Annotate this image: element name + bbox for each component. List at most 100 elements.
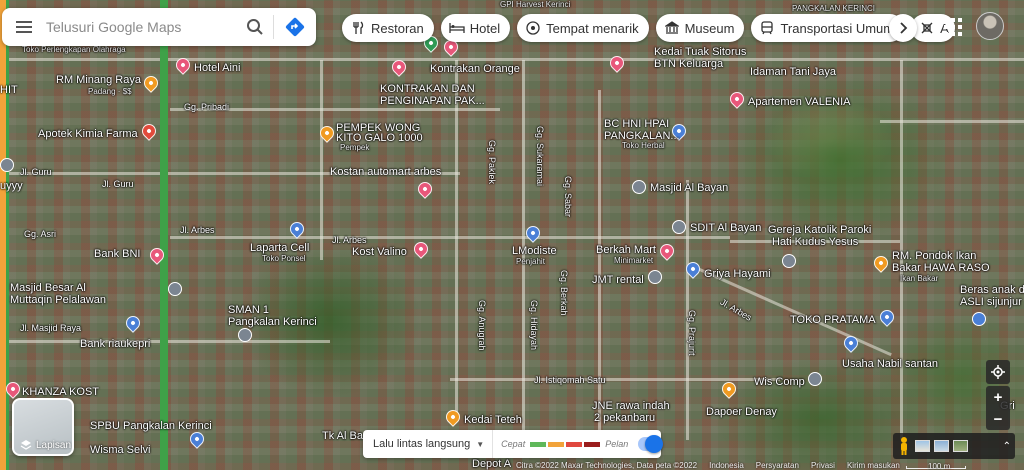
place-label[interactable]: Apartemen VALENIA	[748, 96, 851, 108]
place-label[interactable]: PENGINAPAN PAK...	[380, 95, 485, 107]
pin-icon[interactable]	[123, 313, 143, 333]
place-label[interactable]: Bakar HAWA RASO	[892, 262, 990, 274]
place-label[interactable]: Dapoer Denay	[706, 406, 777, 418]
place-label[interactable]: Tk Al Ba	[322, 430, 363, 442]
privacy-link[interactable]: Privasi	[811, 462, 835, 470]
chip-restaurant[interactable]: Restoran	[342, 14, 434, 42]
attribution: Citra ©2022 Maxar Technologies, Data pet…	[516, 462, 900, 470]
imagery-thumbnail[interactable]	[934, 440, 949, 452]
imagery-thumbnail[interactable]	[953, 440, 968, 452]
place-label[interactable]: Hati Kudus Yesus	[772, 236, 858, 248]
place-label[interactable]: Griya Hayami	[704, 268, 771, 280]
place-label[interactable]: Depot A	[472, 458, 511, 470]
place-label[interactable]: Masjid Besar Al	[10, 282, 86, 294]
pin-icon[interactable]	[139, 121, 159, 141]
menu-icon[interactable]	[2, 8, 46, 46]
place-label[interactable]: LModiste	[512, 245, 557, 257]
mosque-icon[interactable]	[632, 180, 646, 194]
place-icon[interactable]	[972, 312, 986, 326]
place-label[interactable]: Idaman Tani Jaya	[750, 66, 836, 78]
scale-label[interactable]: 100 m	[928, 462, 950, 470]
place-label[interactable]: Masjid Al Bayan	[650, 182, 728, 194]
place-label[interactable]: BC HNI HPAI	[604, 118, 669, 130]
place-label[interactable]: Kost Valino	[352, 246, 407, 258]
pin-icon[interactable]	[877, 307, 897, 327]
place-label[interactable]: Berkah Mart	[596, 244, 656, 256]
place-label[interactable]: Apotek Kimia Farma	[38, 128, 138, 140]
pin-icon[interactable]	[415, 179, 435, 199]
place-label[interactable]: uyyy	[0, 180, 23, 192]
pin-icon[interactable]	[187, 429, 207, 449]
pin-icon[interactable]	[719, 379, 739, 399]
place-label[interactable]: Bank BNI	[94, 248, 140, 260]
place-label[interactable]: RM Minang Raya	[56, 74, 141, 86]
place-icon[interactable]	[0, 158, 14, 172]
pin-icon[interactable]	[727, 89, 747, 109]
place-label[interactable]: JMT rental	[592, 274, 644, 286]
my-location-button[interactable]	[986, 360, 1010, 384]
map-canvas[interactable]: PANGKALAN KERINCI GPI Harvest Kerinci Ke…	[0, 0, 1024, 470]
traffic-toggle[interactable]	[638, 435, 663, 453]
apps-icon[interactable]	[940, 16, 966, 38]
pin-icon[interactable]	[841, 333, 861, 353]
place-label[interactable]: JNE rawa indah	[592, 400, 670, 412]
pin-icon[interactable]	[871, 253, 891, 273]
place-label[interactable]: HIT	[0, 84, 18, 96]
pegman-icon[interactable]	[897, 436, 911, 456]
place-label[interactable]: Laparta Cell	[250, 242, 309, 254]
pin-icon[interactable]	[523, 223, 543, 243]
place-label[interactable]: Wisma Selvi	[90, 444, 151, 456]
place-label[interactable]: Hotel Aini	[194, 62, 240, 74]
place-label[interactable]: SMAN 1	[228, 304, 269, 316]
place-label[interactable]: Bank riaukepri	[80, 338, 150, 350]
place-label[interactable]: SPBU Pangkalan Kerinci	[90, 420, 212, 432]
place-label[interactable]: 2 pekanbaru	[594, 412, 655, 424]
imagery-thumbnail[interactable]	[915, 440, 930, 452]
search-icon[interactable]	[237, 8, 273, 46]
place-label[interactable]: Kontrakan Orange	[430, 63, 520, 75]
mosque-icon[interactable]	[168, 282, 182, 296]
feedback-link[interactable]: Kirim masukan	[847, 462, 900, 470]
place-label[interactable]: SDIT Al Bayan	[690, 222, 761, 234]
directions-icon[interactable]	[274, 8, 316, 46]
place-label[interactable]: Beras anak de	[960, 284, 1024, 296]
place-label[interactable]: Pangkalan Kerinci	[228, 316, 317, 328]
pin-icon[interactable]	[607, 53, 627, 73]
chip-attraction[interactable]: Tempat menarik	[517, 14, 649, 42]
zoom-in-button[interactable]: +	[986, 386, 1010, 408]
pin-icon[interactable]	[411, 239, 431, 259]
expand-icon[interactable]: ⌃	[1003, 441, 1011, 452]
place-label[interactable]: Gereja Katolik Paroki	[768, 224, 871, 236]
store-icon[interactable]	[808, 372, 822, 386]
place-label[interactable]: KHANZA KOST	[22, 386, 99, 398]
place-label[interactable]: Usaha Nabil santan	[842, 358, 938, 370]
chip-transit[interactable]: Transportasi Umum	[751, 14, 905, 42]
zoom-out-button[interactable]: −	[986, 408, 1010, 430]
pin-icon[interactable]	[657, 241, 677, 261]
place-label[interactable]: Muttaqin Pelalawan	[10, 294, 106, 306]
pin-icon[interactable]	[443, 407, 463, 427]
school-icon[interactable]	[238, 328, 252, 342]
place-label[interactable]: TOKO PRATAMA	[790, 314, 876, 326]
place-label[interactable]: Kostan automart arbes	[330, 166, 441, 178]
chevron-right-icon[interactable]	[889, 14, 917, 42]
place-label[interactable]: Kedai Tuak Sitorus	[654, 46, 746, 58]
place-label[interactable]: BTN Keluarga	[654, 58, 723, 70]
chip-hotel[interactable]: Hotel	[440, 14, 511, 42]
church-icon[interactable]	[782, 254, 796, 268]
school-icon[interactable]	[672, 220, 686, 234]
layers-label: Lapisan	[36, 440, 72, 451]
layers-button[interactable]: Lapisan	[12, 398, 74, 456]
car-rental-icon[interactable]	[648, 270, 662, 284]
place-label[interactable]: Wis Comp	[754, 376, 805, 388]
place-label[interactable]: Kedai Teteh	[464, 414, 522, 426]
avatar[interactable]	[976, 12, 1004, 40]
traffic-mode-select[interactable]: Lalu lintas langsung ▼	[363, 430, 494, 458]
chip-museum[interactable]: Museum	[655, 14, 745, 42]
search-input[interactable]	[46, 12, 237, 42]
place-label[interactable]: KONTRAKAN DAN	[380, 83, 475, 95]
place-label[interactable]: RM. Pondok Ikan	[892, 250, 976, 262]
pin-icon[interactable]	[141, 73, 161, 93]
terms-link[interactable]: Persyaratan	[756, 462, 799, 470]
place-label[interactable]: ASLI sijunjur	[960, 296, 1022, 308]
